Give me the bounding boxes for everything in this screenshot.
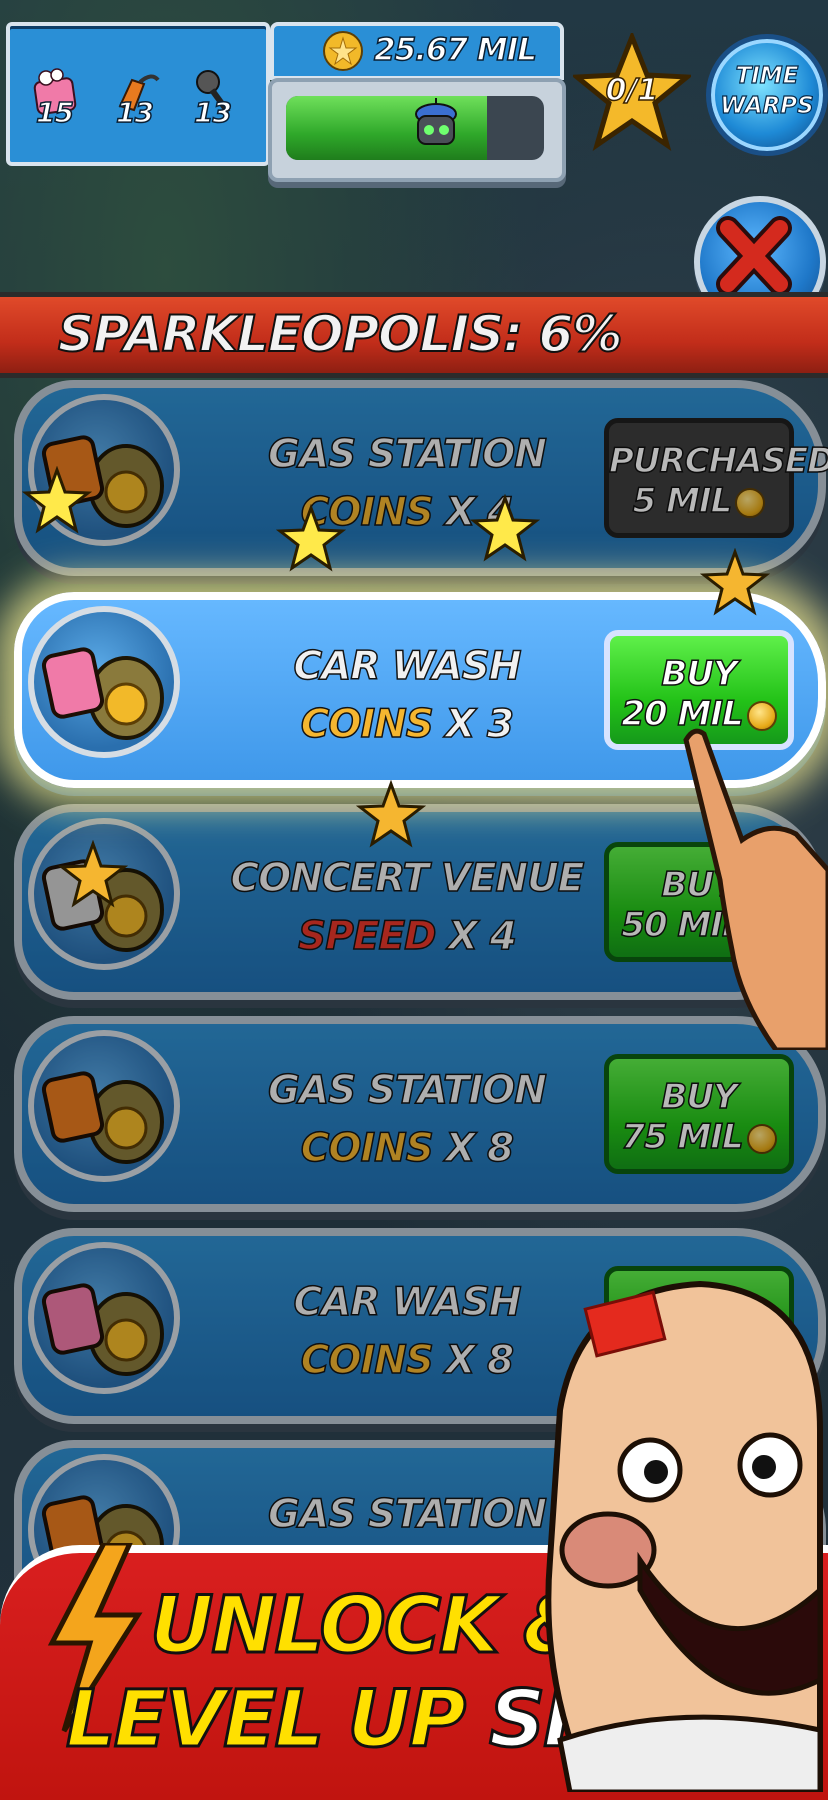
level-progress bbox=[268, 78, 566, 182]
shop-bonus: COINS X 8 bbox=[172, 1125, 642, 1172]
shop-bonus: COINS X 3 bbox=[172, 701, 642, 748]
coin-balance: 25.67 MIL bbox=[270, 22, 564, 80]
shop-name: CONCERT VENUE bbox=[230, 855, 585, 902]
shop-bonus-multiplier: X 8 bbox=[432, 1125, 515, 1172]
resource-soap: 15 bbox=[20, 66, 96, 136]
coin-icon bbox=[746, 1123, 777, 1154]
shop-row[interactable]: GAS STATION COINS X 4 PURCHASED 5 MIL bbox=[14, 380, 828, 576]
city-title-bar: SPARKLEOPOLIS: 6% bbox=[0, 292, 828, 378]
button-label: BUY bbox=[661, 1076, 739, 1118]
sparkle-star-icon bbox=[58, 840, 128, 908]
resource-gas-count: 13 bbox=[115, 95, 154, 130]
time-warps-label-1: TIME bbox=[735, 62, 799, 89]
time-warps-label-2: WARPS bbox=[720, 92, 815, 119]
buy-button[interactable]: BUY 75 MIL bbox=[604, 1054, 794, 1174]
time-warps-button[interactable]: TIME WARPS bbox=[706, 34, 828, 156]
shop-bonus: COINS X 4 bbox=[172, 489, 642, 536]
resources-panel: 15 13 13 bbox=[6, 22, 270, 166]
button-price: 75 MIL bbox=[609, 1116, 789, 1158]
car-wash-icon bbox=[28, 1242, 180, 1394]
gas-station-icon bbox=[28, 1030, 180, 1182]
shop-name: GAS STATION bbox=[267, 431, 547, 478]
coin-amount: 25.67 MIL bbox=[373, 31, 537, 69]
resource-mic: 13 bbox=[178, 66, 254, 136]
button-label: BUY bbox=[661, 653, 739, 695]
car-wash-icon bbox=[28, 606, 180, 758]
button-price: 5 MIL bbox=[609, 480, 789, 522]
coin-icon bbox=[323, 31, 363, 71]
sparkle-star-icon bbox=[356, 780, 426, 848]
banner-level-up: LEVEL UP bbox=[65, 1674, 468, 1767]
sparkle-star-icon bbox=[22, 466, 92, 534]
shop-bonus-multiplier: X 8 bbox=[432, 1337, 515, 1384]
shop-bonus-kind: COINS bbox=[300, 1337, 435, 1384]
shop-bonus-multiplier: X 4 bbox=[435, 913, 517, 960]
scientist-character-icon bbox=[545, 1280, 823, 1792]
shop-name: CAR WASH bbox=[293, 643, 522, 690]
shop-bonus: SPEED X 4 bbox=[172, 913, 642, 960]
resource-soap-count: 15 bbox=[35, 95, 74, 130]
page-title: SPARKLEOPOLIS: 6% bbox=[57, 304, 623, 364]
coin-icon bbox=[735, 487, 766, 518]
pointing-hand-icon bbox=[683, 728, 828, 1050]
shop-bonus-multiplier: X 3 bbox=[432, 701, 515, 748]
star-goal-button[interactable]: 0/1 bbox=[570, 30, 694, 151]
purchased-button: PURCHASED 5 MIL bbox=[604, 418, 828, 538]
sparkle-star-icon bbox=[276, 504, 346, 572]
resource-gas: 13 bbox=[100, 66, 176, 136]
top-hud: 15 13 13 25.67 MIL 0/1 TIME WARPS bbox=[0, 0, 828, 182]
button-label: PURCHASED bbox=[608, 440, 828, 482]
shop-name: GAS STATION bbox=[267, 1067, 547, 1114]
sparkle-star-icon bbox=[700, 548, 770, 616]
shop-bonus-kind: SPEED bbox=[297, 913, 437, 960]
robot-icon bbox=[415, 98, 457, 145]
star-count: 0/1 bbox=[605, 72, 659, 109]
shop-bonus-kind: COINS bbox=[300, 1125, 435, 1172]
resource-mic-count: 13 bbox=[193, 95, 232, 130]
sparkle-star-icon bbox=[470, 494, 540, 562]
shop-bonus-kind: COINS bbox=[300, 701, 435, 748]
progress-track bbox=[286, 96, 544, 160]
